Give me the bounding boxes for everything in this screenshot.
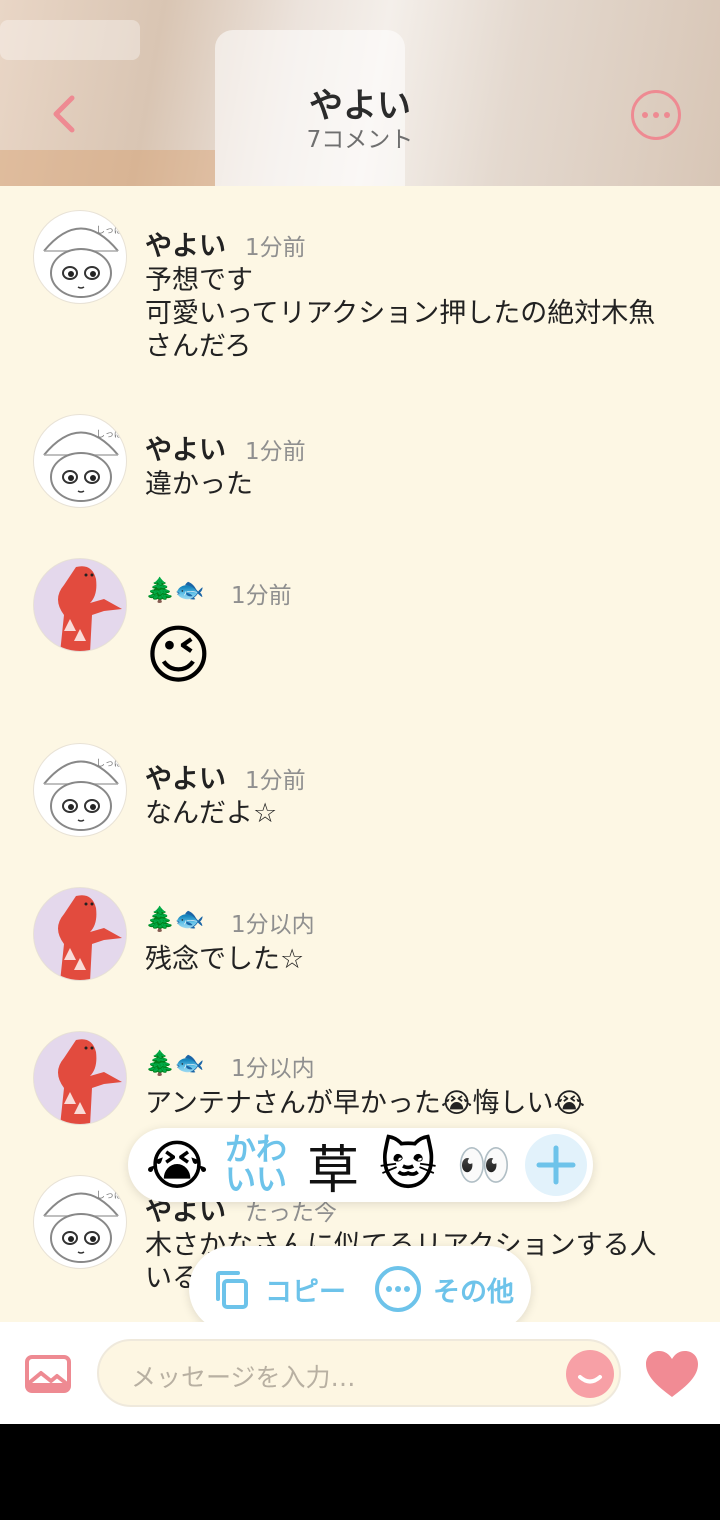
like-button[interactable] bbox=[644, 1349, 700, 1399]
emoji-message: 😉 bbox=[145, 619, 212, 693]
svg-text:しっぽ: しっぽ bbox=[96, 429, 123, 440]
sender-name: やよい bbox=[145, 435, 226, 466]
message-line: 違かった bbox=[145, 469, 253, 500]
sender-name: 🌲🐟 bbox=[145, 905, 205, 933]
reaction-kawaii-line: かわ bbox=[225, 1132, 287, 1168]
plus-icon bbox=[536, 1145, 576, 1185]
message-line: 予想です bbox=[145, 265, 253, 296]
message-text: 予想です 可愛いってリアクション押したの絶対木魚 さんだろ bbox=[145, 264, 695, 363]
reaction-eyes[interactable]: 👀 bbox=[446, 1128, 522, 1202]
more-actions-button[interactable]: その他 bbox=[369, 1246, 519, 1332]
attach-image-button[interactable] bbox=[25, 1355, 71, 1393]
doodle-avatar-icon: しっぽ bbox=[43, 429, 123, 502]
timestamp: 1分前 bbox=[245, 439, 306, 465]
stamp-button[interactable] bbox=[566, 1350, 614, 1398]
message-input[interactable]: メッセージを入力… bbox=[97, 1339, 621, 1407]
header-background-wood bbox=[0, 150, 215, 186]
reaction-crying[interactable]: 😭 bbox=[142, 1128, 212, 1202]
reaction-picker: 😭 かわ いい 草 🐱 👀 bbox=[128, 1128, 593, 1202]
doodle-avatar-icon: しっぽ bbox=[43, 225, 123, 298]
svg-text:しっぽ: しっぽ bbox=[96, 1190, 123, 1201]
svg-text:しっぽ: しっぽ bbox=[96, 225, 123, 236]
svg-text:しっぽ: しっぽ bbox=[96, 758, 123, 769]
message-input-placeholder: メッセージを入力… bbox=[131, 1363, 356, 1392]
character-avatar-icon bbox=[34, 559, 126, 651]
copy-icon bbox=[216, 1271, 248, 1309]
character-avatar-icon bbox=[34, 888, 126, 980]
reaction-cat[interactable]: 🐱 bbox=[368, 1128, 448, 1202]
more-dot-icon bbox=[642, 112, 648, 118]
character-avatar-icon bbox=[34, 1032, 126, 1124]
doodle-avatar-icon: しっぽ bbox=[43, 758, 123, 831]
smile-icon bbox=[578, 1375, 602, 1384]
avatar[interactable]: しっぽ bbox=[33, 743, 127, 837]
doodle-avatar-icon: しっぽ bbox=[43, 1190, 123, 1263]
message-action-menu: コピー その他 bbox=[189, 1246, 531, 1332]
message-input-bar: メッセージを入力… bbox=[0, 1322, 720, 1424]
avatar[interactable]: しっぽ bbox=[33, 210, 127, 304]
timestamp: 1分前 bbox=[245, 235, 306, 261]
message-text: アンテナさんが早かった😭悔しい😭 bbox=[145, 1087, 695, 1120]
message-text: 残念でした☆ bbox=[145, 943, 695, 976]
ellipsis-circle-icon bbox=[375, 1266, 421, 1312]
sender-name: やよい bbox=[145, 764, 226, 795]
timestamp: 1分前 bbox=[245, 768, 306, 794]
image-icon bbox=[25, 1355, 71, 1393]
avatar[interactable] bbox=[33, 1031, 127, 1125]
timestamp: 1分前 bbox=[231, 583, 292, 609]
reaction-kusa[interactable]: 草 bbox=[298, 1128, 368, 1202]
heart-icon bbox=[646, 1351, 698, 1397]
more-options-button[interactable] bbox=[631, 90, 681, 140]
sender-name: 🌲🐟 bbox=[145, 576, 205, 604]
comment-count: 7コメント bbox=[306, 127, 414, 153]
more-dot-icon bbox=[653, 112, 659, 118]
message-text: なんだよ☆ bbox=[145, 797, 695, 830]
copy-label: コピー bbox=[265, 1277, 346, 1308]
avatar[interactable]: しっぽ bbox=[33, 1175, 127, 1269]
add-reaction-button[interactable] bbox=[525, 1134, 587, 1196]
avatar[interactable]: しっぽ bbox=[33, 414, 127, 508]
avatar[interactable] bbox=[33, 887, 127, 981]
message-text: 違かった bbox=[145, 468, 695, 501]
more-dot-icon bbox=[664, 112, 670, 118]
message-line: 残念でした☆ bbox=[145, 944, 305, 975]
header-background-photo bbox=[0, 20, 140, 60]
message-line: アンテナさんが早かった😭悔しい😭 bbox=[145, 1088, 586, 1119]
message-line: なんだよ☆ bbox=[145, 798, 278, 829]
chat-screen: やよい 7コメント しっぽ やよい 1分前 予想です 可愛いってリアクション押し bbox=[0, 0, 720, 1424]
sender-name: 🌲🐟 bbox=[145, 1049, 205, 1077]
more-actions-label: その他 bbox=[433, 1277, 514, 1308]
timestamp: 1分以内 bbox=[231, 1056, 315, 1082]
message-line: さんだろ bbox=[145, 331, 252, 362]
message-line: 可愛いってリアクション押したの絶対木魚 bbox=[145, 298, 656, 329]
header: やよい 7コメント bbox=[0, 0, 720, 186]
avatar[interactable] bbox=[33, 558, 127, 652]
copy-button[interactable]: コピー bbox=[209, 1246, 359, 1332]
timestamp: 1分以内 bbox=[231, 912, 315, 938]
sender-name: やよい bbox=[145, 231, 226, 262]
reaction-kawaii[interactable]: かわ いい bbox=[216, 1128, 296, 1202]
reaction-kawaii-line: いい bbox=[225, 1162, 287, 1198]
